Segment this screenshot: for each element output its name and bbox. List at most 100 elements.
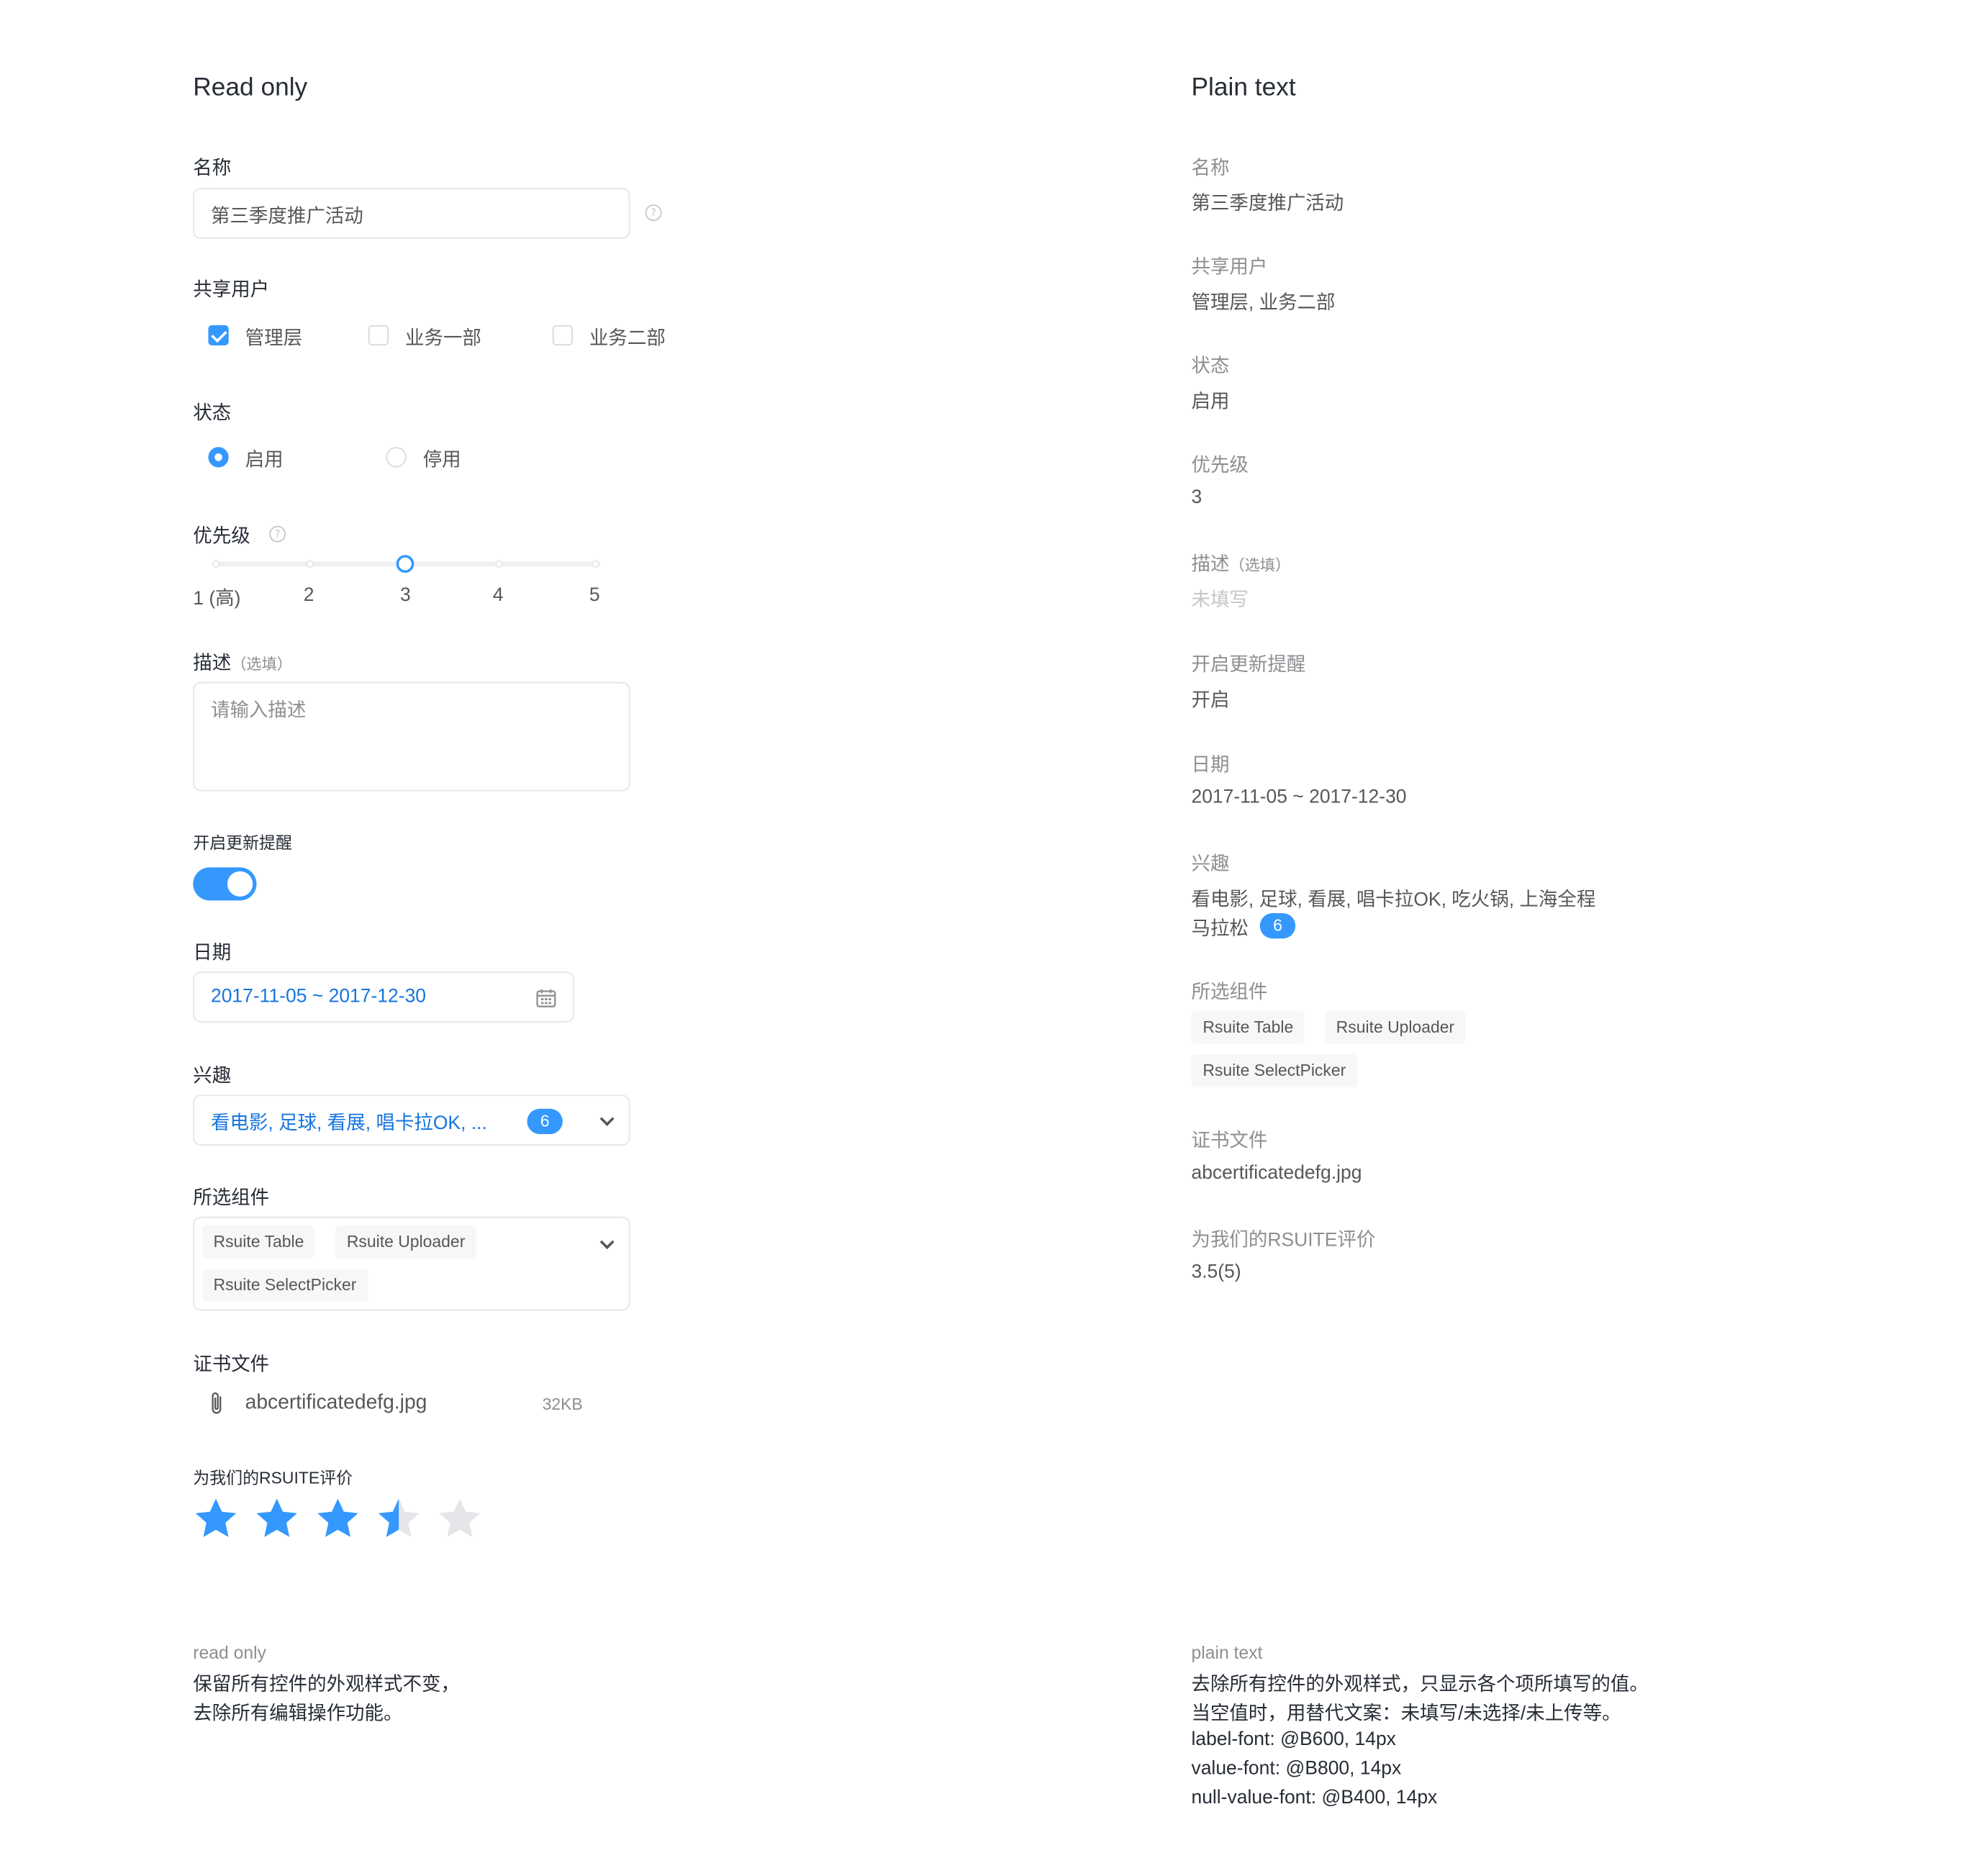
priority-tick: 4 bbox=[492, 584, 504, 606]
priority-slider-handle[interactable] bbox=[396, 555, 415, 573]
plain-value: abcertificatedefg.jpg bbox=[1191, 1161, 1362, 1184]
description-label: 描述（选填） bbox=[193, 649, 292, 676]
radio-enabled[interactable] bbox=[208, 447, 229, 468]
interests-value: 看电影, 足球, 看展, 唱卡拉OK, ... bbox=[210, 1113, 487, 1135]
interests-count-badge: 6 bbox=[1259, 912, 1296, 939]
plain-label-text: 描述 bbox=[1191, 553, 1230, 576]
file-size: 32KB bbox=[542, 1394, 583, 1414]
priority-tick: 3 bbox=[399, 584, 411, 606]
file-name[interactable]: abcertificatedefg.jpg bbox=[245, 1392, 427, 1415]
priority-tick: 1 (高) bbox=[193, 588, 241, 610]
status-label: 状态 bbox=[193, 402, 232, 425]
plain-text-note-title: plain text bbox=[1191, 1642, 1263, 1663]
toggle-knob bbox=[227, 871, 253, 897]
description-label-text: 描述 bbox=[193, 653, 232, 675]
date-range-picker[interactable]: 2017-11-05 ~ 2017-12-30 bbox=[193, 971, 574, 1023]
checkbox-dept-2-label: 业务二部 bbox=[589, 327, 666, 350]
component-tag: Rsuite Table bbox=[201, 1225, 316, 1259]
name-label: 名称 bbox=[193, 157, 232, 179]
checkbox-management[interactable] bbox=[208, 325, 229, 346]
component-tag: Rsuite Uploader bbox=[1324, 1010, 1467, 1044]
calendar-icon bbox=[536, 989, 556, 1007]
plain-text-note-line: null-value-font: @B400, 14px bbox=[1191, 1787, 1438, 1809]
plain-value: 管理层, 业务二部 bbox=[1191, 291, 1336, 314]
page: Read only 名称 第三季度推广活动 ? 共享用户 管理层 业务一部 业务… bbox=[0, 0, 1966, 1876]
file-label: 证书文件 bbox=[193, 1354, 270, 1376]
plain-label: 共享用户 bbox=[1191, 256, 1268, 278]
plain-value: 3.5(5) bbox=[1191, 1261, 1241, 1283]
component-tag: Rsuite SelectPicker bbox=[201, 1269, 368, 1302]
interests-select[interactable]: 看电影, 足球, 看展, 唱卡拉OK, ... 6 bbox=[193, 1095, 630, 1146]
star-empty-icon[interactable] bbox=[437, 1496, 483, 1542]
description-textarea[interactable]: 请输入描述 bbox=[193, 681, 630, 792]
plain-text-note-line: value-font: @B800, 14px bbox=[1191, 1757, 1402, 1780]
plain-text-note-line: 当空值时，用替代文案：未填写/未选择/未上传等。 bbox=[1191, 1703, 1621, 1725]
paperclip-icon bbox=[212, 1392, 222, 1414]
name-input-value: 第三季度推广活动 bbox=[210, 205, 363, 227]
plain-value: 3 bbox=[1191, 486, 1202, 508]
interests-count-badge: 6 bbox=[527, 1108, 563, 1135]
read-only-note-line: 去除所有编辑操作功能。 bbox=[193, 1703, 403, 1725]
plain-text-note-line: 去除所有控件的外观样式，只显示各个项所填写的值。 bbox=[1191, 1674, 1649, 1696]
star-icon[interactable] bbox=[315, 1496, 361, 1542]
components-tag-picker[interactable]: Rsuite Table Rsuite Uploader Rsuite Sele… bbox=[193, 1216, 630, 1311]
description-placeholder: 请输入描述 bbox=[210, 699, 307, 722]
component-tag: Rsuite Uploader bbox=[335, 1225, 477, 1259]
radio-disabled[interactable] bbox=[386, 447, 407, 468]
description-label-hint: （选填） bbox=[231, 655, 292, 674]
plain-label: 优先级 bbox=[1191, 454, 1249, 476]
plain-null-value: 未填写 bbox=[1191, 589, 1249, 611]
priority-slider-dot bbox=[306, 560, 314, 568]
plain-label: 兴趣 bbox=[1191, 853, 1230, 876]
read-only-note-title: read only bbox=[193, 1642, 266, 1663]
plain-value: 第三季度推广活动 bbox=[1191, 193, 1344, 215]
plain-label-hint: （选填） bbox=[1229, 556, 1291, 574]
rating-label: 为我们的RSUITE评价 bbox=[193, 1468, 353, 1487]
plain-text-title: Plain text bbox=[1191, 73, 1296, 102]
priority-slider-dot bbox=[592, 560, 600, 568]
components-label: 所选组件 bbox=[193, 1187, 270, 1210]
radio-enabled-label: 启用 bbox=[245, 449, 284, 471]
checkbox-management-label: 管理层 bbox=[245, 327, 303, 350]
star-icon[interactable] bbox=[193, 1496, 239, 1542]
plain-label: 日期 bbox=[1191, 754, 1230, 776]
plain-label: 描述（选填） bbox=[1191, 550, 1290, 576]
date-range-value: 2017-11-05 ~ 2017-12-30 bbox=[210, 985, 427, 1007]
priority-slider-dot bbox=[212, 560, 220, 568]
plain-label: 开启更新提醒 bbox=[1191, 653, 1306, 676]
plain-label: 所选组件 bbox=[1191, 982, 1268, 1004]
checkbox-dept-1[interactable] bbox=[368, 325, 389, 346]
plain-value: 马拉松 bbox=[1191, 918, 1249, 941]
priority-label: 优先级 bbox=[193, 525, 250, 548]
name-input[interactable]: 第三季度推广活动 bbox=[193, 188, 630, 239]
date-label: 日期 bbox=[193, 942, 232, 964]
checkbox-dept-1-label: 业务一部 bbox=[405, 327, 481, 350]
component-tag: Rsuite Table bbox=[1191, 1010, 1305, 1044]
plain-label: 证书文件 bbox=[1191, 1130, 1268, 1152]
read-only-title: Read only bbox=[193, 73, 308, 102]
plain-value: 看电影, 足球, 看展, 唱卡拉OK, 吃火锅, 上海全程 bbox=[1191, 889, 1596, 911]
shared-users-label: 共享用户 bbox=[193, 279, 270, 302]
reminder-label: 开启更新提醒 bbox=[193, 833, 292, 853]
plain-value: 启用 bbox=[1191, 391, 1230, 413]
read-only-note-line: 保留所有控件的外观样式不变， bbox=[193, 1674, 460, 1696]
radio-disabled-label: 停用 bbox=[422, 449, 461, 471]
star-icon[interactable] bbox=[254, 1496, 300, 1542]
chevron-down-icon bbox=[599, 1235, 615, 1250]
plain-label: 状态 bbox=[1191, 355, 1230, 378]
plain-label: 名称 bbox=[1191, 157, 1230, 179]
reminder-toggle[interactable] bbox=[193, 867, 257, 901]
question-circle-icon[interactable]: ? bbox=[269, 525, 286, 543]
chevron-down-icon bbox=[599, 1111, 615, 1126]
interests-label: 兴趣 bbox=[193, 1065, 232, 1087]
plain-value: 开启 bbox=[1191, 689, 1230, 712]
priority-slider-dot bbox=[495, 560, 503, 568]
component-tag: Rsuite SelectPicker bbox=[1191, 1053, 1358, 1087]
plain-value: 2017-11-05 ~ 2017-12-30 bbox=[1191, 786, 1407, 808]
plain-text-note-line: label-font: @B600, 14px bbox=[1191, 1728, 1396, 1751]
plain-label: 为我们的RSUITE评价 bbox=[1191, 1229, 1376, 1251]
priority-tick: 5 bbox=[589, 584, 600, 606]
checkbox-dept-2[interactable] bbox=[552, 325, 573, 346]
question-circle-icon[interactable]: ? bbox=[645, 204, 662, 222]
half-star-icon[interactable] bbox=[376, 1496, 422, 1542]
